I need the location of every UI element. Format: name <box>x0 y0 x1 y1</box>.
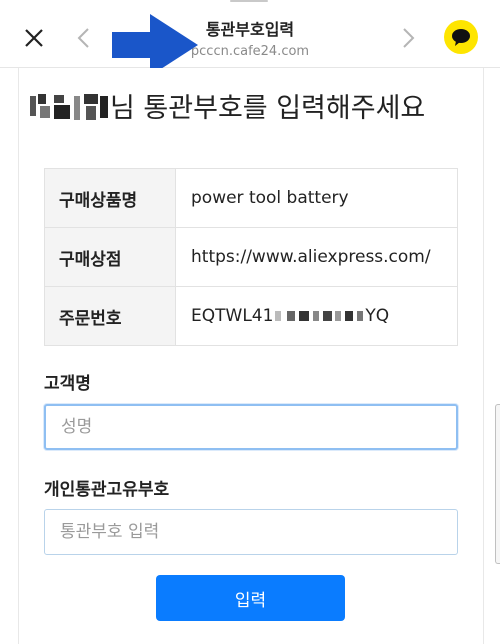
order-info-table: 구매상품명 power tool battery 구매상점 https://ww… <box>44 168 458 346</box>
table-row: 주문번호 EQTWL41 YQ <box>44 286 458 346</box>
scrollbar[interactable] <box>495 404 500 564</box>
top-bar: 통관부호입력 pcccn.cafe24.com <box>0 0 500 68</box>
order-number-suffix: YQ <box>365 306 390 326</box>
order-number-redacted <box>273 309 365 323</box>
submit-button[interactable]: 입력 <box>156 575 345 621</box>
customs-code-input[interactable] <box>44 509 458 555</box>
chevron-left-icon <box>77 28 89 48</box>
forward-button[interactable] <box>396 24 420 52</box>
customer-name-label: 고객명 <box>44 374 91 394</box>
customer-name-redacted <box>28 90 110 122</box>
table-row: 구매상점 https://www.aliexpress.com/ <box>44 227 458 287</box>
back-button[interactable] <box>72 24 96 52</box>
chevron-right-icon <box>403 28 415 48</box>
order-number-label: 주문번호 <box>44 286 176 346</box>
heading-text: 님 통관부호를 입력해주세요 <box>110 93 426 124</box>
form-panel <box>18 68 484 644</box>
page-heading: 님 통관부호를 입력해주세요 <box>28 86 425 126</box>
store-value: https://www.aliexpress.com/ <box>175 227 458 287</box>
order-number-prefix: EQTWL41 <box>191 306 274 326</box>
store-label: 구매상점 <box>44 227 176 287</box>
kakao-share-button[interactable] <box>444 20 478 54</box>
kakao-talk-icon <box>452 29 470 46</box>
close-button[interactable] <box>20 24 48 52</box>
customs-code-label: 개인통관고유부호 <box>44 480 170 500</box>
drag-handle <box>230 0 268 2</box>
close-icon <box>25 29 43 47</box>
customer-name-input[interactable] <box>44 404 458 450</box>
table-row: 구매상품명 power tool battery <box>44 168 458 228</box>
order-number-value: EQTWL41 YQ <box>175 286 458 346</box>
product-name-label: 구매상품명 <box>44 168 176 228</box>
product-name-value: power tool battery <box>175 168 458 228</box>
